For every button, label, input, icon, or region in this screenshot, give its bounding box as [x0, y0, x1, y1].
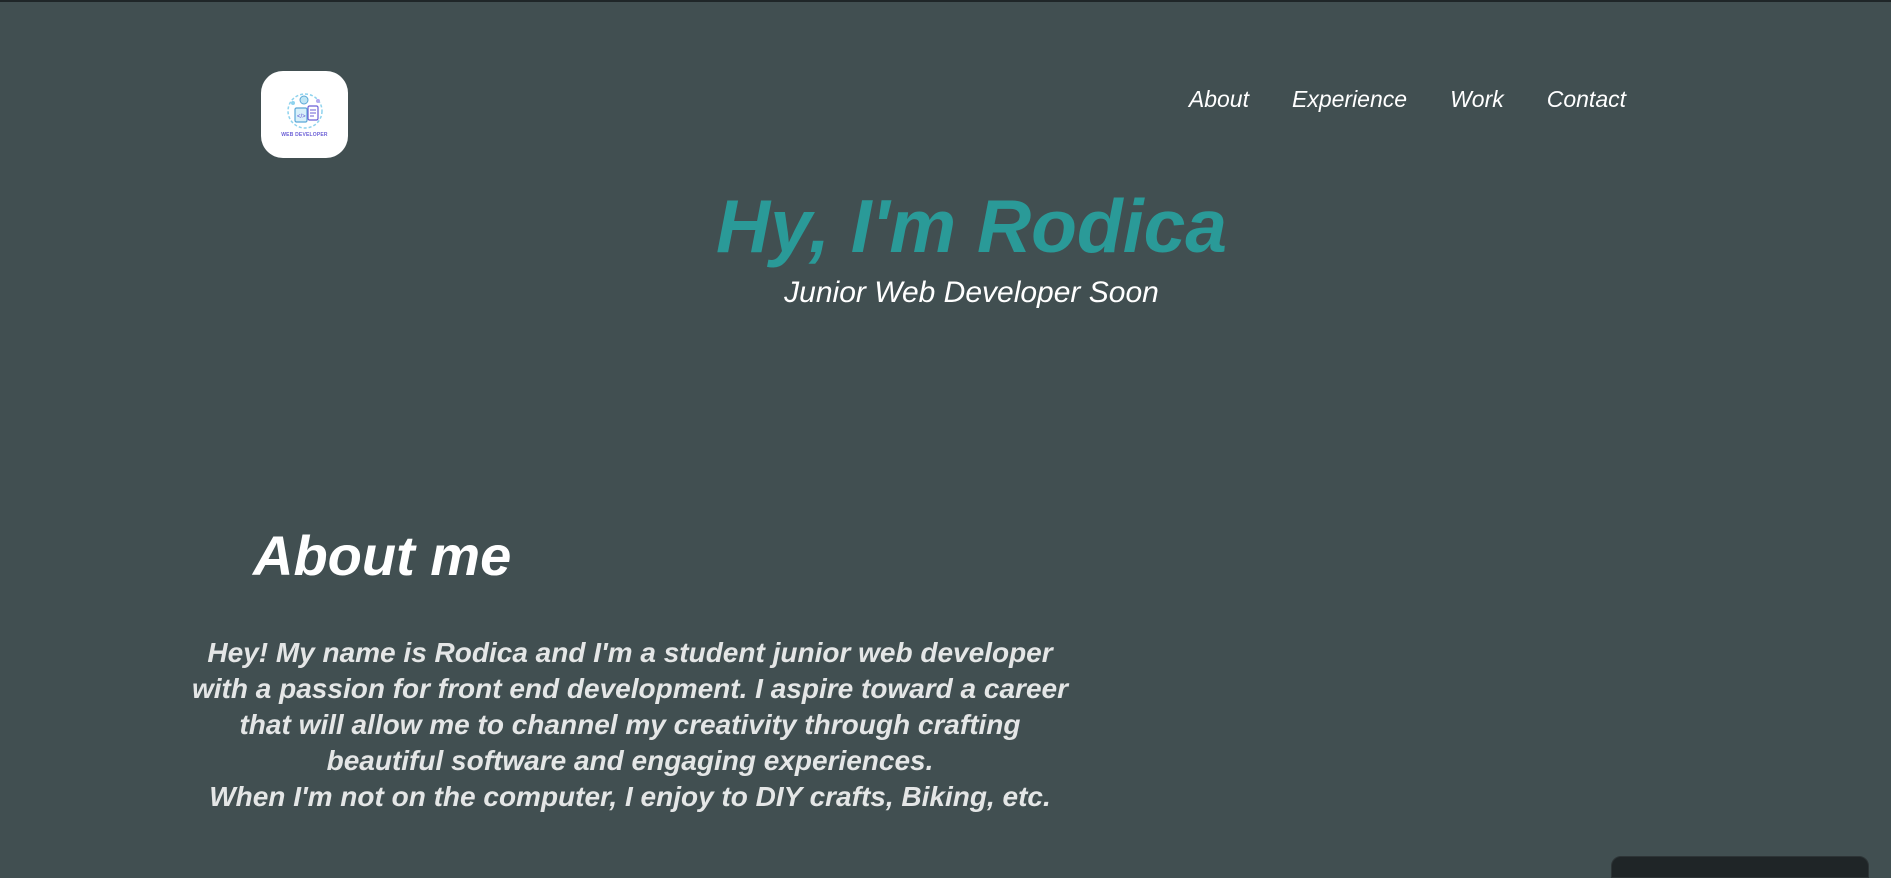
window-top-edge — [0, 0, 1891, 2]
about-line: When I'm not on the computer, I enjoy to… — [209, 781, 1051, 812]
logo[interactable]: </> WEB DEVELOPER — [261, 71, 348, 158]
main-nav: About Experience Work Contact — [1189, 86, 1626, 112]
hero-subtitle: Junior Web Developer Soon — [784, 276, 1159, 309]
about-heading: About me — [253, 524, 512, 587]
about-line: that will allow me to channel my creativ… — [239, 709, 1021, 740]
nav-link-about[interactable]: About — [1189, 86, 1249, 112]
nav-link-experience[interactable]: Experience — [1292, 86, 1407, 112]
corner-popup-widget[interactable] — [1611, 856, 1869, 878]
about-line: with a passion for front end development… — [192, 673, 1068, 704]
about-paragraph: Hey! My name is Rodica and I'm a student… — [120, 635, 1140, 815]
about-line: Hey! My name is Rodica and I'm a student… — [207, 637, 1053, 668]
logo-text: WEB DEVELOPER — [281, 132, 328, 138]
svg-text:</>: </> — [297, 114, 306, 120]
about-line: beautiful software and engaging experien… — [326, 745, 934, 776]
nav-link-contact[interactable]: Contact — [1547, 86, 1626, 112]
web-developer-logo-icon: </> — [286, 93, 323, 129]
hero-title: Hy, I'm Rodica — [715, 184, 1227, 268]
nav-link-work[interactable]: Work — [1450, 86, 1504, 112]
